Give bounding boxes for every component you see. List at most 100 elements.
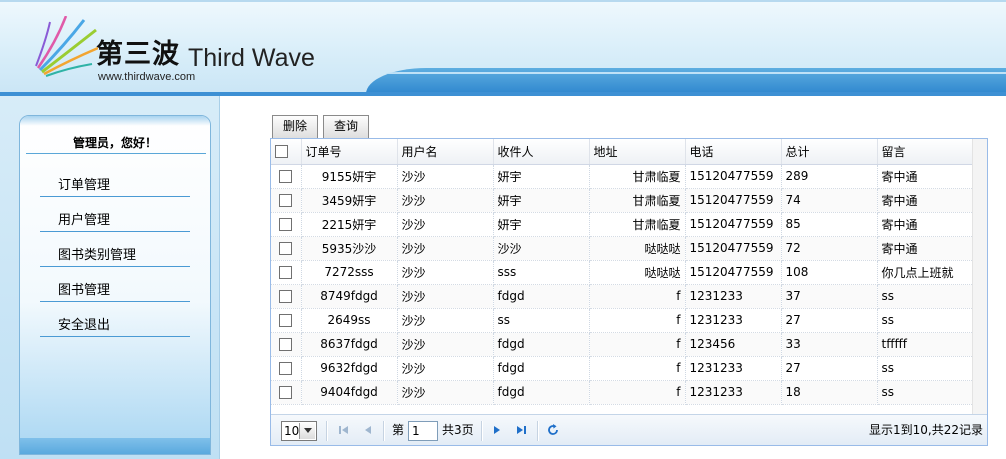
- table-row[interactable]: 3459妍宇 沙沙 妍宇 甘肃临夏 15120477559 74 寄中通: [271, 188, 974, 213]
- cell-address: f: [589, 380, 686, 405]
- cell-total: 33: [781, 332, 878, 357]
- cell-address: f: [589, 332, 686, 357]
- sidebar-bottom-bar: [20, 438, 210, 454]
- cell-order-no: 5935沙沙: [301, 236, 398, 261]
- cell-total: 27: [781, 308, 878, 333]
- row-checkbox[interactable]: [279, 218, 293, 231]
- cell-message: 寄中通: [877, 188, 974, 213]
- cell-address: 哒哒哒: [589, 236, 686, 261]
- brand-url: www.thirdwave.com: [98, 71, 196, 83]
- cell-total: 289: [781, 164, 878, 189]
- row-checkbox[interactable]: [279, 170, 293, 183]
- row-checkbox[interactable]: [279, 194, 293, 207]
- cell-order-no: 9632fdgd: [301, 356, 398, 381]
- cell-message: 寄中通: [877, 164, 974, 189]
- column-header-total[interactable]: 总计: [781, 139, 878, 165]
- cell-phone: 1231233: [685, 380, 782, 405]
- cell-total: 37: [781, 284, 878, 309]
- current-page-input[interactable]: 1: [408, 421, 438, 441]
- sidebar-item-users[interactable]: 用户管理: [40, 210, 190, 232]
- column-header-order-no[interactable]: 订单号: [301, 139, 398, 165]
- cell-order-no: 2215妍宇: [301, 212, 398, 237]
- pager-separator: [383, 421, 385, 441]
- delete-button[interactable]: 删除: [272, 115, 318, 138]
- column-header-phone[interactable]: 电话: [685, 139, 782, 165]
- table-row[interactable]: 7272sss 沙沙 sss 哒哒哒 15120477559 108 你几点上班就: [271, 260, 974, 285]
- table-row[interactable]: 9632fdgd 沙沙 fdgd f 1231233 27 ss: [271, 356, 974, 381]
- page-size-select[interactable]: 10: [281, 421, 317, 441]
- last-page-icon[interactable]: [514, 423, 528, 437]
- table-row[interactable]: 2649ss 沙沙 ss f 1231233 27 ss: [271, 308, 974, 333]
- grid-scroll-gutter: [972, 139, 987, 414]
- cell-address: 甘肃临夏: [589, 164, 686, 189]
- orders-table: 订单号 用户名 收件人 地址 电话 总计 留言 9155妍宇 沙沙 妍宇 甘肃临夏 15…: [271, 139, 974, 405]
- cell-phone: 15120477559: [685, 212, 782, 237]
- page-prefix-label: 第: [392, 423, 405, 437]
- cell-recipient: 妍宇: [493, 212, 590, 237]
- row-select-cell: [271, 356, 302, 381]
- page-size-value: 10: [284, 424, 300, 438]
- cell-phone: 1231233: [685, 308, 782, 333]
- select-all-checkbox[interactable]: [275, 145, 288, 159]
- row-select-cell: [271, 284, 302, 309]
- column-header-recipient[interactable]: 收件人: [493, 139, 590, 165]
- sidebar-item-orders[interactable]: 订单管理: [40, 175, 190, 197]
- row-select-cell: [271, 308, 302, 333]
- cell-order-no: 8637fdgd: [301, 332, 398, 357]
- pager-separator: [481, 421, 483, 441]
- column-header-address[interactable]: 地址: [589, 139, 686, 165]
- table-row[interactable]: 2215妍宇 沙沙 妍宇 甘肃临夏 15120477559 85 寄中通: [271, 212, 974, 237]
- cell-message: 你几点上班就: [877, 260, 974, 285]
- sidebar-item-books[interactable]: 图书管理: [40, 280, 190, 302]
- cell-message: ss: [877, 380, 974, 405]
- table-row[interactable]: 5935沙沙 沙沙 沙沙 哒哒哒 15120477559 72 寄中通: [271, 236, 974, 261]
- cell-username: 沙沙: [397, 212, 494, 237]
- cell-order-no: 7272sss: [301, 260, 398, 285]
- cell-username: 沙沙: [397, 380, 494, 405]
- row-checkbox[interactable]: [279, 242, 293, 255]
- table-header-row: 订单号 用户名 收件人 地址 电话 总计 留言: [271, 139, 974, 165]
- orders-grid: 订单号 用户名 收件人 地址 电话 总计 留言 9155妍宇 沙沙 妍宇 甘肃临夏 15…: [270, 138, 988, 446]
- row-checkbox[interactable]: [279, 338, 293, 351]
- cell-phone: 15120477559: [685, 260, 782, 285]
- cell-phone: 15120477559: [685, 188, 782, 213]
- row-checkbox[interactable]: [279, 290, 293, 303]
- table-row[interactable]: 9155妍宇 沙沙 妍宇 甘肃临夏 15120477559 289 寄中通: [271, 164, 974, 189]
- sidebar-item-logout[interactable]: 安全退出: [40, 315, 190, 337]
- cell-username: 沙沙: [397, 188, 494, 213]
- cell-recipient: fdgd: [493, 332, 590, 357]
- sidebar-item-book-categories[interactable]: 图书类别管理: [40, 245, 190, 267]
- cell-phone: 123456: [685, 332, 782, 357]
- prev-page-icon[interactable]: [361, 423, 375, 437]
- cell-username: 沙沙: [397, 236, 494, 261]
- sidebar-menu: 管理员，您好！ 订单管理 用户管理 图书类别管理 图书管理 安全退出: [19, 115, 211, 455]
- chevron-down-icon: [299, 423, 315, 439]
- brand-name-cn: 第三波: [96, 39, 180, 70]
- query-button[interactable]: 查询: [323, 115, 369, 138]
- row-select-cell: [271, 212, 302, 237]
- row-checkbox[interactable]: [279, 362, 293, 375]
- cell-order-no: 9155妍宇: [301, 164, 398, 189]
- row-checkbox[interactable]: [279, 386, 293, 399]
- cell-username: 沙沙: [397, 164, 494, 189]
- header-banner: 第三波 Third Wave www.thirdwave.com: [0, 0, 1006, 94]
- table-row[interactable]: 9404fdgd 沙沙 fdgd f 1231233 18 ss: [271, 380, 974, 405]
- row-select-cell: [271, 332, 302, 357]
- cell-phone: 15120477559: [685, 236, 782, 261]
- next-page-icon[interactable]: [490, 423, 504, 437]
- refresh-icon[interactable]: [546, 423, 560, 437]
- row-checkbox[interactable]: [279, 314, 293, 327]
- pager-summary: 显示1到10,共22记录: [869, 423, 983, 437]
- table-row[interactable]: 8749fdgd 沙沙 fdgd f 1231233 37 ss: [271, 284, 974, 309]
- row-checkbox[interactable]: [279, 266, 293, 279]
- pager-separator: [326, 421, 328, 441]
- row-select-cell: [271, 164, 302, 189]
- first-page-icon[interactable]: [337, 423, 351, 437]
- table-row[interactable]: 8637fdgd 沙沙 fdgd f 123456 33 tfffff: [271, 332, 974, 357]
- cell-recipient: fdgd: [493, 284, 590, 309]
- cell-phone: 1231233: [685, 356, 782, 381]
- cell-message: ss: [877, 284, 974, 309]
- cell-total: 72: [781, 236, 878, 261]
- column-header-username[interactable]: 用户名: [397, 139, 494, 165]
- column-header-message[interactable]: 留言: [877, 139, 974, 165]
